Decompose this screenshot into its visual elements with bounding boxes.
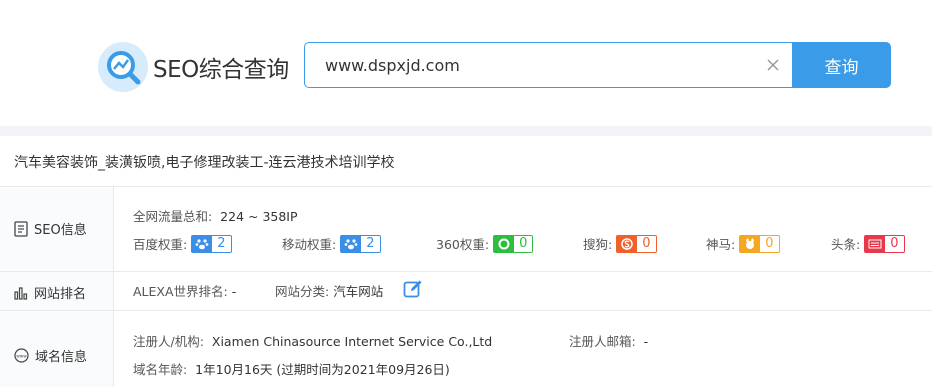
category-row: 网站分类: 汽车网站 (275, 281, 383, 300)
sogou-badge[interactable]: 0 (616, 234, 657, 253)
alexa-value: - (231, 284, 237, 299)
expire-text: (过期时间为2021年09月26日) (276, 362, 450, 377)
metric-label: 百度权重: (133, 237, 188, 252)
age-row: 域名年龄: 1年10月16天 (过期时间为2021年09月26日) (133, 359, 450, 378)
domain-info-label-text: 域名信息 (35, 350, 88, 365)
category-label: 网站分类: (275, 284, 330, 299)
sogou-icon (617, 235, 638, 252)
traffic-row: 全网流量总和: 224 ~ 358IP (133, 206, 298, 225)
clear-icon[interactable] (765, 57, 781, 73)
email-row: 注册人邮箱: - (569, 331, 648, 350)
metric-toutiao: 头条: 0 (831, 234, 905, 253)
search-box (304, 42, 792, 88)
age-value: 1年10月16天 (195, 362, 273, 377)
baidu-paw-icon (192, 235, 213, 252)
metric-value: 0 (642, 235, 651, 251)
shenma-badge[interactable]: 0 (739, 234, 780, 253)
registrant-row: 注册人/机构: Xiamen Chinasource Internet Serv… (133, 331, 492, 350)
metric-value: 2 (217, 235, 226, 251)
metric-value: 0 (890, 235, 899, 251)
logo-text: SEO综合查询 (153, 57, 289, 83)
metric-value: 0 (765, 235, 774, 251)
traffic-value: 224 ~ 358IP (220, 209, 298, 224)
category-value: 汽车网站 (333, 284, 384, 299)
divider (0, 310, 932, 311)
metric-mobile: 移动权重: 2 (282, 234, 381, 253)
site-title: 汽车美容装饰_装潢钣喷,电子修理改装工-连云港技术培训学校 (14, 155, 395, 171)
baidu-weight-badge[interactable]: 2 (191, 234, 232, 253)
metric-value: 0 (519, 235, 528, 251)
query-button[interactable]: 查询 (792, 42, 891, 88)
360-icon (494, 235, 515, 252)
registrant-value: Xiamen Chinasource Internet Service Co.,… (211, 334, 493, 349)
email-value: - (643, 334, 649, 349)
metric-shenma: 神马: 0 (706, 234, 780, 253)
www-globe-icon: www (14, 348, 29, 363)
metric-baidu: 百度权重: 2 (133, 234, 232, 253)
metric-label: 神马: (706, 237, 736, 252)
registrant-label: 注册人/机构: (133, 334, 204, 349)
traffic-label: 全网流量总和: (133, 209, 213, 224)
metric-label: 头条: (831, 237, 861, 252)
toutiao-badge[interactable]: 0 (864, 234, 905, 253)
seo-info-label-text: SEO信息 (34, 223, 87, 238)
divider (0, 271, 932, 272)
alexa-label: ALEXA世界排名: (133, 284, 228, 299)
age-label: 域名年龄: (133, 362, 188, 377)
mobile-paw-icon (341, 235, 362, 252)
bar-chart-icon (14, 286, 28, 300)
document-icon (14, 220, 28, 237)
metric-sogou: 搜狗: 0 (583, 234, 657, 253)
seo-info-label: SEO信息 (14, 219, 87, 238)
toutiao-icon (865, 235, 886, 252)
seo-logo-icon (98, 42, 148, 92)
site-rank-label-text: 网站排名 (34, 287, 87, 302)
metric-360: 360权重: 0 (436, 234, 534, 253)
divider (0, 186, 932, 187)
metric-label: 搜狗: (583, 237, 613, 252)
360-weight-badge[interactable]: 0 (493, 234, 534, 253)
email-label: 注册人邮箱: (569, 334, 636, 349)
shenma-icon (740, 235, 761, 252)
alexa-row: ALEXA世界排名: - (133, 281, 236, 300)
header: SEO综合查询 查询 (0, 0, 932, 126)
site-rank-label: 网站排名 (14, 283, 86, 302)
metric-value: 2 (366, 235, 375, 251)
search-input[interactable] (325, 43, 745, 87)
edit-icon[interactable] (403, 279, 423, 299)
metric-label: 360权重: (436, 237, 490, 252)
metric-label: 移动权重: (282, 237, 337, 252)
mobile-weight-badge[interactable]: 2 (340, 234, 381, 253)
svg-text:www: www (16, 353, 27, 358)
domain-info-label: www 域名信息 (14, 346, 87, 365)
